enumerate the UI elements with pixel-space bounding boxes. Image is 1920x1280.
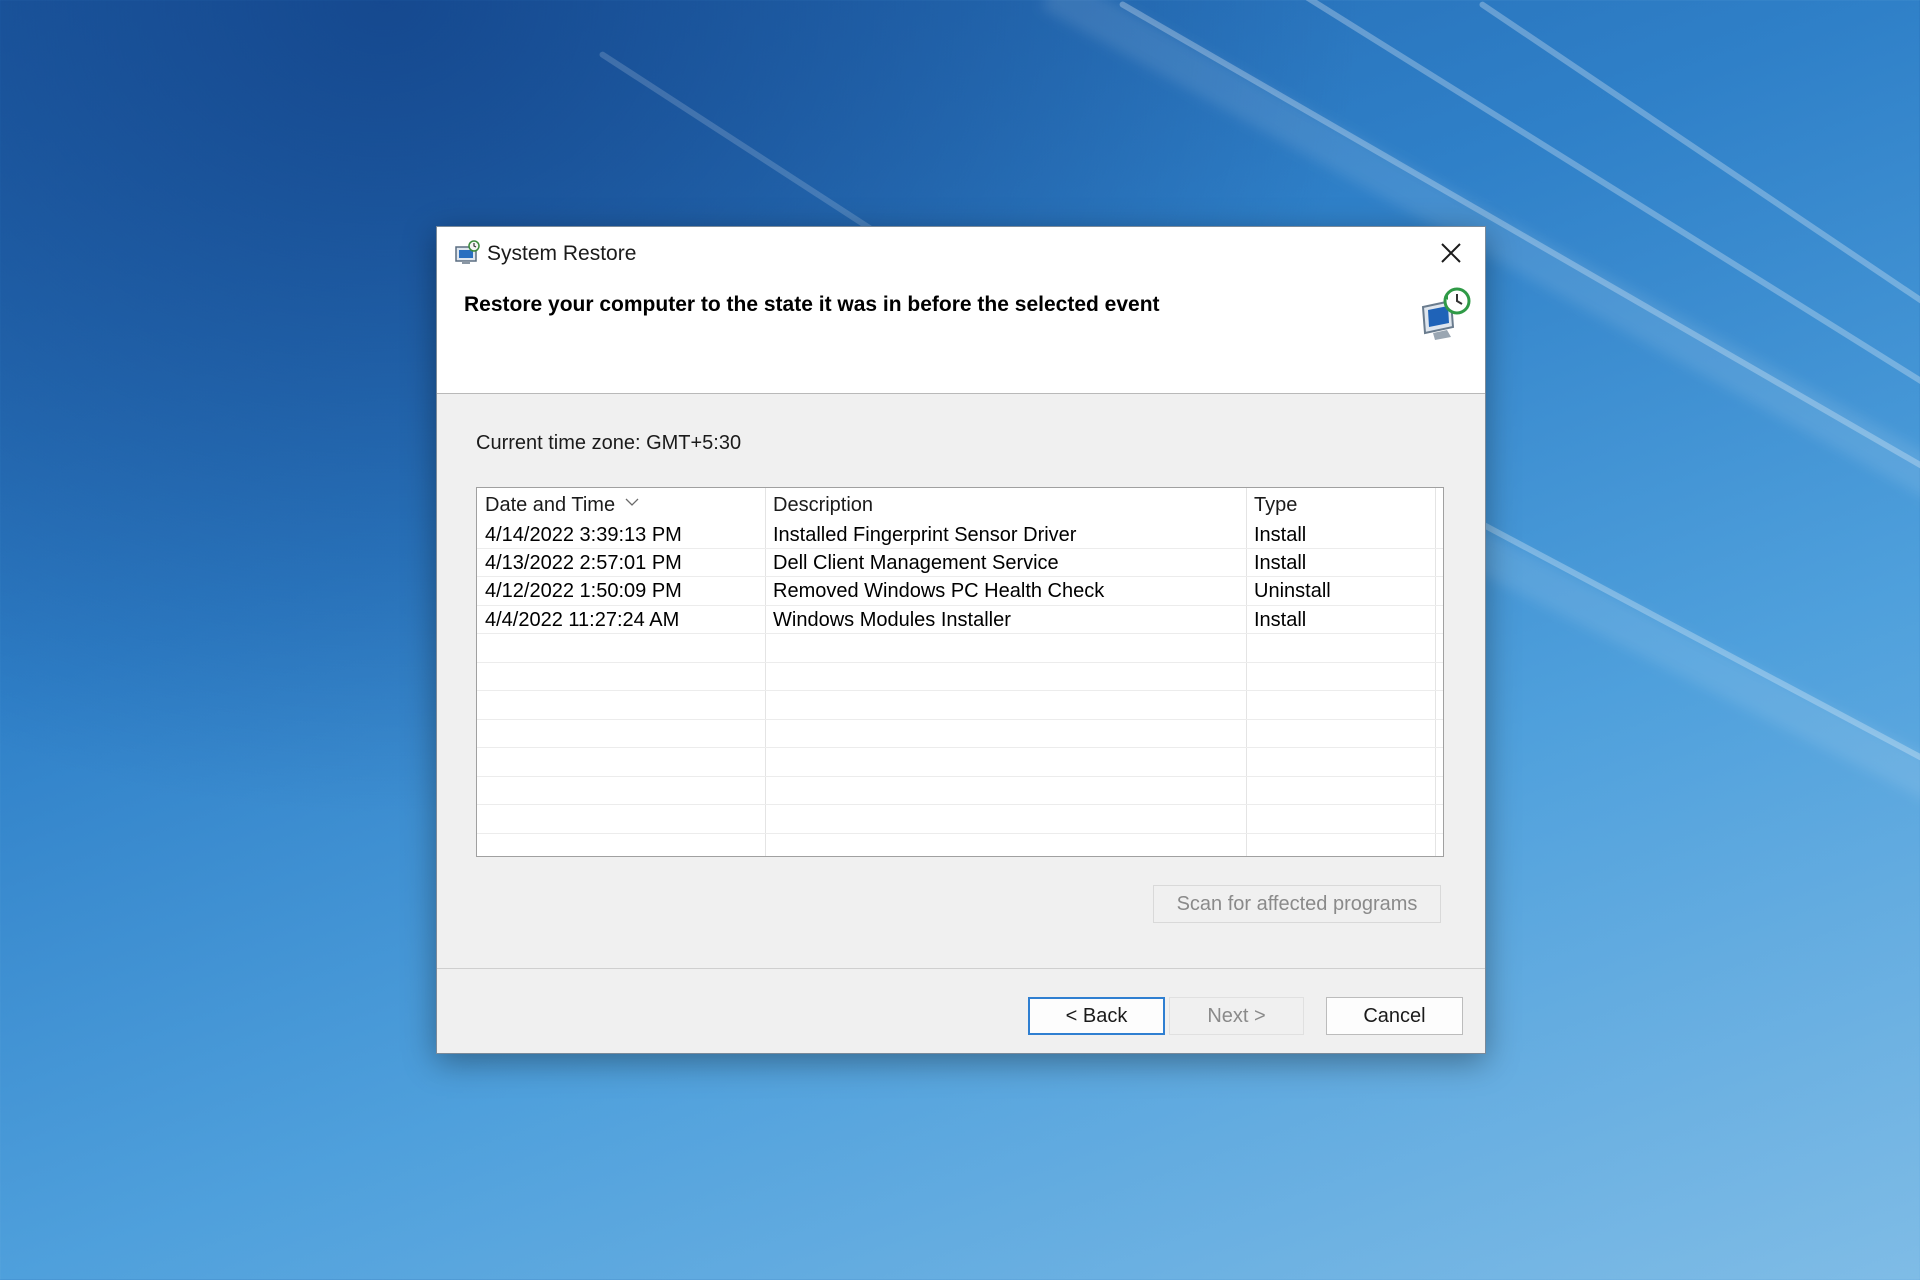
row-date: 4/14/2022 3:39:13 PM <box>485 524 682 546</box>
next-button[interactable]: Next > <box>1169 997 1304 1035</box>
table-header-date[interactable]: Date and Time <box>485 494 639 517</box>
window-title: System Restore <box>487 242 637 265</box>
row-date: 4/13/2022 2:57:01 PM <box>485 552 682 574</box>
timezone-label: Current time zone: GMT+5:30 <box>476 432 742 454</box>
row-description: Removed Windows PC Health Check <box>773 580 1105 602</box>
row-description: Dell Client Management Service <box>773 552 1059 574</box>
row-date: 4/4/2022 11:27:24 AM <box>485 609 680 631</box>
close-icon <box>1441 243 1461 263</box>
scan-affected-programs-button[interactable]: Scan for affected programs <box>1153 885 1441 923</box>
row-type: Uninstall <box>1254 580 1331 602</box>
table-header-description[interactable]: Description <box>773 494 873 517</box>
row-date: 4/12/2022 1:50:09 PM <box>485 580 682 602</box>
cancel-button[interactable]: Cancel <box>1326 997 1463 1035</box>
back-button[interactable]: < Back <box>1028 997 1165 1035</box>
row-type: Install <box>1254 524 1307 546</box>
row-type: Install <box>1254 552 1307 574</box>
restore-points-table[interactable]: Date and Time Description Type 4/14/2022… <box>476 487 1444 857</box>
row-description: Windows Modules Installer <box>773 609 1011 631</box>
system-restore-icon <box>455 240 480 264</box>
close-button[interactable] <box>1427 235 1475 271</box>
dialog-header: System Restore Restore your computer to … <box>437 227 1485 394</box>
row-description: Installed Fingerprint Sensor Driver <box>773 524 1077 546</box>
footer-divider <box>437 968 1485 969</box>
system-restore-large-icon <box>1421 287 1471 340</box>
row-type: Install <box>1254 609 1307 631</box>
system-restore-dialog: System Restore Restore your computer to … <box>436 226 1486 1054</box>
sort-chevron-icon <box>625 498 639 506</box>
page-heading: Restore your computer to the state it wa… <box>464 293 1160 316</box>
table-header-type[interactable]: Type <box>1254 494 1297 517</box>
column-header-label: Date and Time <box>485 494 616 516</box>
